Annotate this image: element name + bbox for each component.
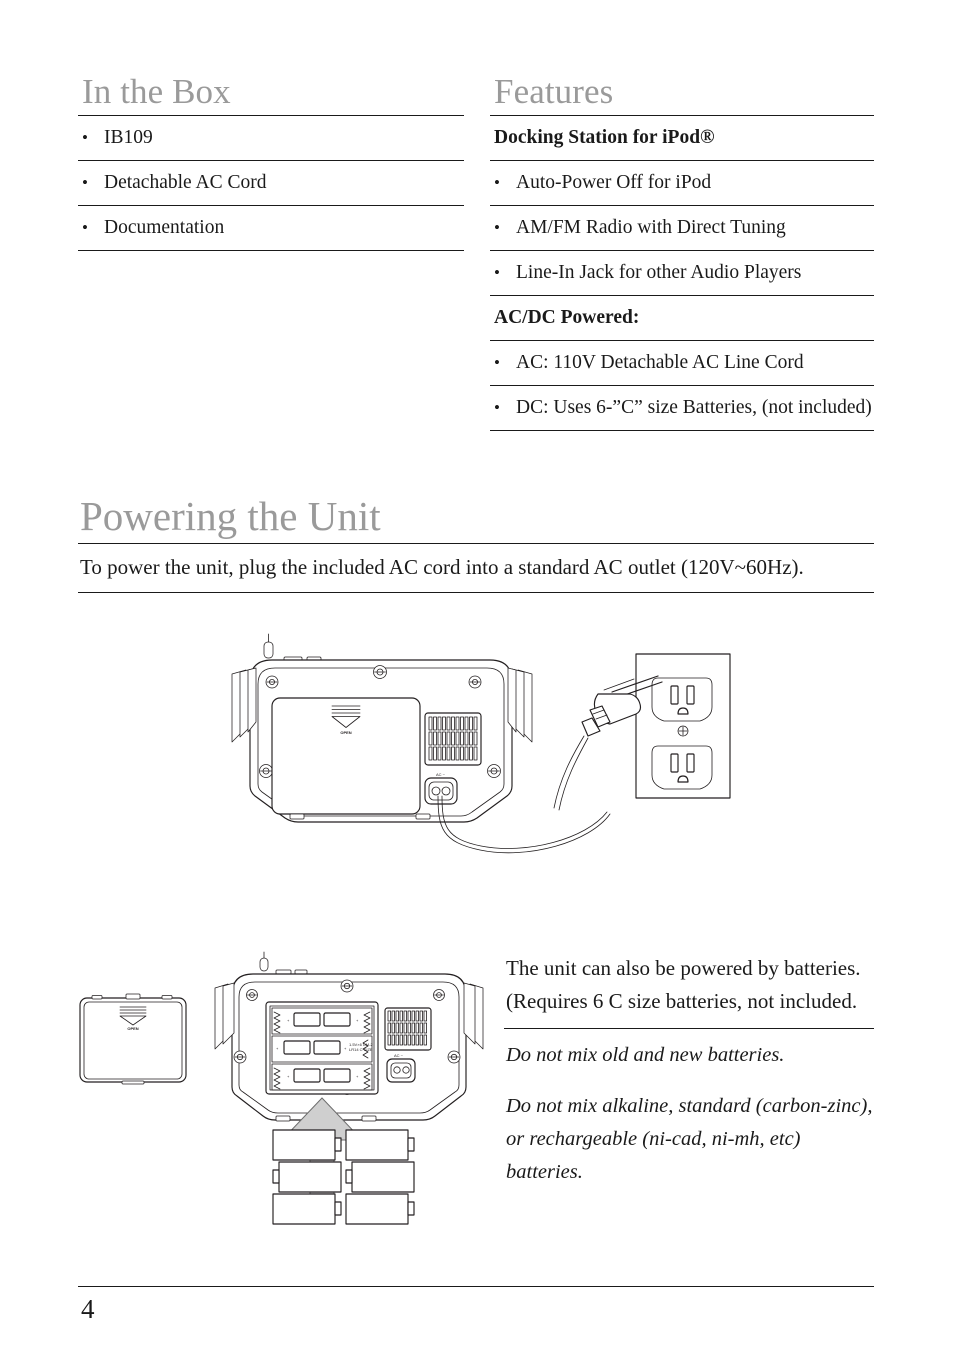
battery-door-open-label: OPEN — [127, 1026, 138, 1031]
screw-icon — [433, 989, 445, 1001]
left-vent-fins — [214, 982, 235, 1050]
screw-icon — [340, 979, 354, 993]
bullet-icon: • — [494, 398, 500, 417]
page-title: Powering the Unit — [80, 493, 381, 539]
manual-page: In the Box • IB109 • Detachable AC Cord … — [0, 0, 954, 1354]
list-item-label: IB109 — [104, 127, 153, 148]
screw-icon — [468, 675, 482, 689]
features-subheading: AC/DC Powered: — [494, 307, 640, 328]
features-section: Features Docking Station for iPod® • Aut… — [490, 72, 874, 431]
right-vent-fins — [463, 982, 484, 1050]
battery-install-figure: OPEN + + + + 1.5V×6 UM-2 LR14 C SIZE + +… — [62, 950, 492, 1240]
list-item: • Line-In Jack for other Audio Players — [490, 251, 874, 295]
screw-icon — [259, 764, 273, 778]
bullet-icon: • — [494, 218, 500, 237]
battery-cell — [345, 1161, 415, 1193]
battery-note-1: Do not mix old and new batteries. — [506, 1044, 785, 1066]
battery-set — [272, 1129, 415, 1225]
list-item: • Documentation — [78, 206, 464, 250]
battery-note-2: Do not mix alkaline, standard (carbon-zi… — [506, 1095, 873, 1183]
in-the-box-heading: In the Box — [82, 72, 231, 111]
antenna-icon — [263, 633, 274, 659]
battery-door-open-label: OPEN — [340, 730, 351, 735]
unit-rear-open: + + + + 1.5V×6 UM-2 LR14 C SIZE + + AC ~ — [214, 951, 484, 1122]
battery-cell — [272, 1161, 342, 1193]
battery-cell — [272, 1129, 342, 1161]
bullet-icon: • — [82, 218, 88, 237]
screw-icon — [487, 764, 501, 778]
ac-power-figure: OPEN AC ~ — [180, 628, 820, 878]
battery-paragraph: The unit can also be powered by batterie… — [506, 956, 861, 1013]
bullet-icon: • — [494, 263, 500, 282]
divider — [78, 250, 464, 251]
bullet-icon: • — [494, 173, 500, 192]
list-item-label: DC: Uses 6-”C” size Batteries, (not incl… — [516, 397, 872, 418]
list-item: • AM/FM Radio with Direct Tuning — [490, 206, 874, 250]
wall-outlet — [635, 653, 731, 799]
battery-door: OPEN — [271, 697, 421, 815]
divider — [490, 430, 874, 431]
features-heading: Features — [494, 72, 614, 111]
page-number: 4 — [81, 1294, 95, 1324]
top-columns: In the Box • IB109 • Detachable AC Cord … — [78, 72, 874, 431]
screw-icon — [265, 675, 279, 689]
svg-text:LR14 C SIZE: LR14 C SIZE — [349, 1047, 373, 1052]
list-item: • IB109 — [78, 116, 464, 160]
list-item-label: Auto-Power Off for iPod — [516, 172, 712, 193]
bullet-icon: • — [494, 353, 500, 372]
screw-icon — [373, 665, 387, 679]
list-item: • DC: Uses 6-”C” size Batteries, (not in… — [490, 386, 874, 430]
battery-compartment: + + + + 1.5V×6 UM-2 LR14 C SIZE + + — [265, 1001, 379, 1095]
screw-icon — [447, 1050, 461, 1064]
list-item: • Auto-Power Off for iPod — [490, 161, 874, 205]
battery-cell — [345, 1193, 415, 1225]
screw-icon — [233, 1050, 247, 1064]
battery-cell — [345, 1129, 415, 1161]
list-item-label: Detachable AC Cord — [104, 172, 267, 193]
page-footer: 4 — [78, 1286, 874, 1326]
list-item-label: Line-In Jack for other Audio Players — [516, 262, 802, 283]
speaker-vent-grille — [384, 1007, 432, 1051]
list-item: • Detachable AC Cord — [78, 161, 464, 205]
speaker-vent-grille — [424, 712, 482, 766]
bullet-icon: • — [82, 128, 88, 147]
list-item-label: AC: 110V Detachable AC Line Cord — [516, 352, 804, 373]
detached-battery-door: OPEN — [79, 993, 187, 1085]
features-subheading: Docking Station for iPod® — [494, 127, 715, 148]
list-item-label: AM/FM Radio with Direct Tuning — [516, 217, 786, 238]
list-item-label: Documentation — [104, 217, 225, 238]
ac-inlet-label: AC ~ — [436, 772, 446, 777]
in-the-box-section: In the Box • IB109 • Detachable AC Cord … — [78, 72, 464, 431]
screw-icon — [246, 989, 258, 1001]
bullet-icon: • — [82, 173, 88, 192]
battery-cell — [272, 1193, 342, 1225]
outlet-center-screw-icon — [677, 725, 689, 737]
battery-instructions: The unit can also be powered by batterie… — [504, 952, 874, 1197]
powering-paragraph: To power the unit, plug the included AC … — [80, 555, 804, 579]
list-item: • AC: 110V Detachable AC Line Cord — [490, 341, 874, 385]
divider — [78, 592, 874, 593]
ac-inlet-label: AC ~ — [394, 1053, 404, 1058]
powering-the-unit-section: Powering the Unit To power the unit, plu… — [78, 492, 874, 593]
